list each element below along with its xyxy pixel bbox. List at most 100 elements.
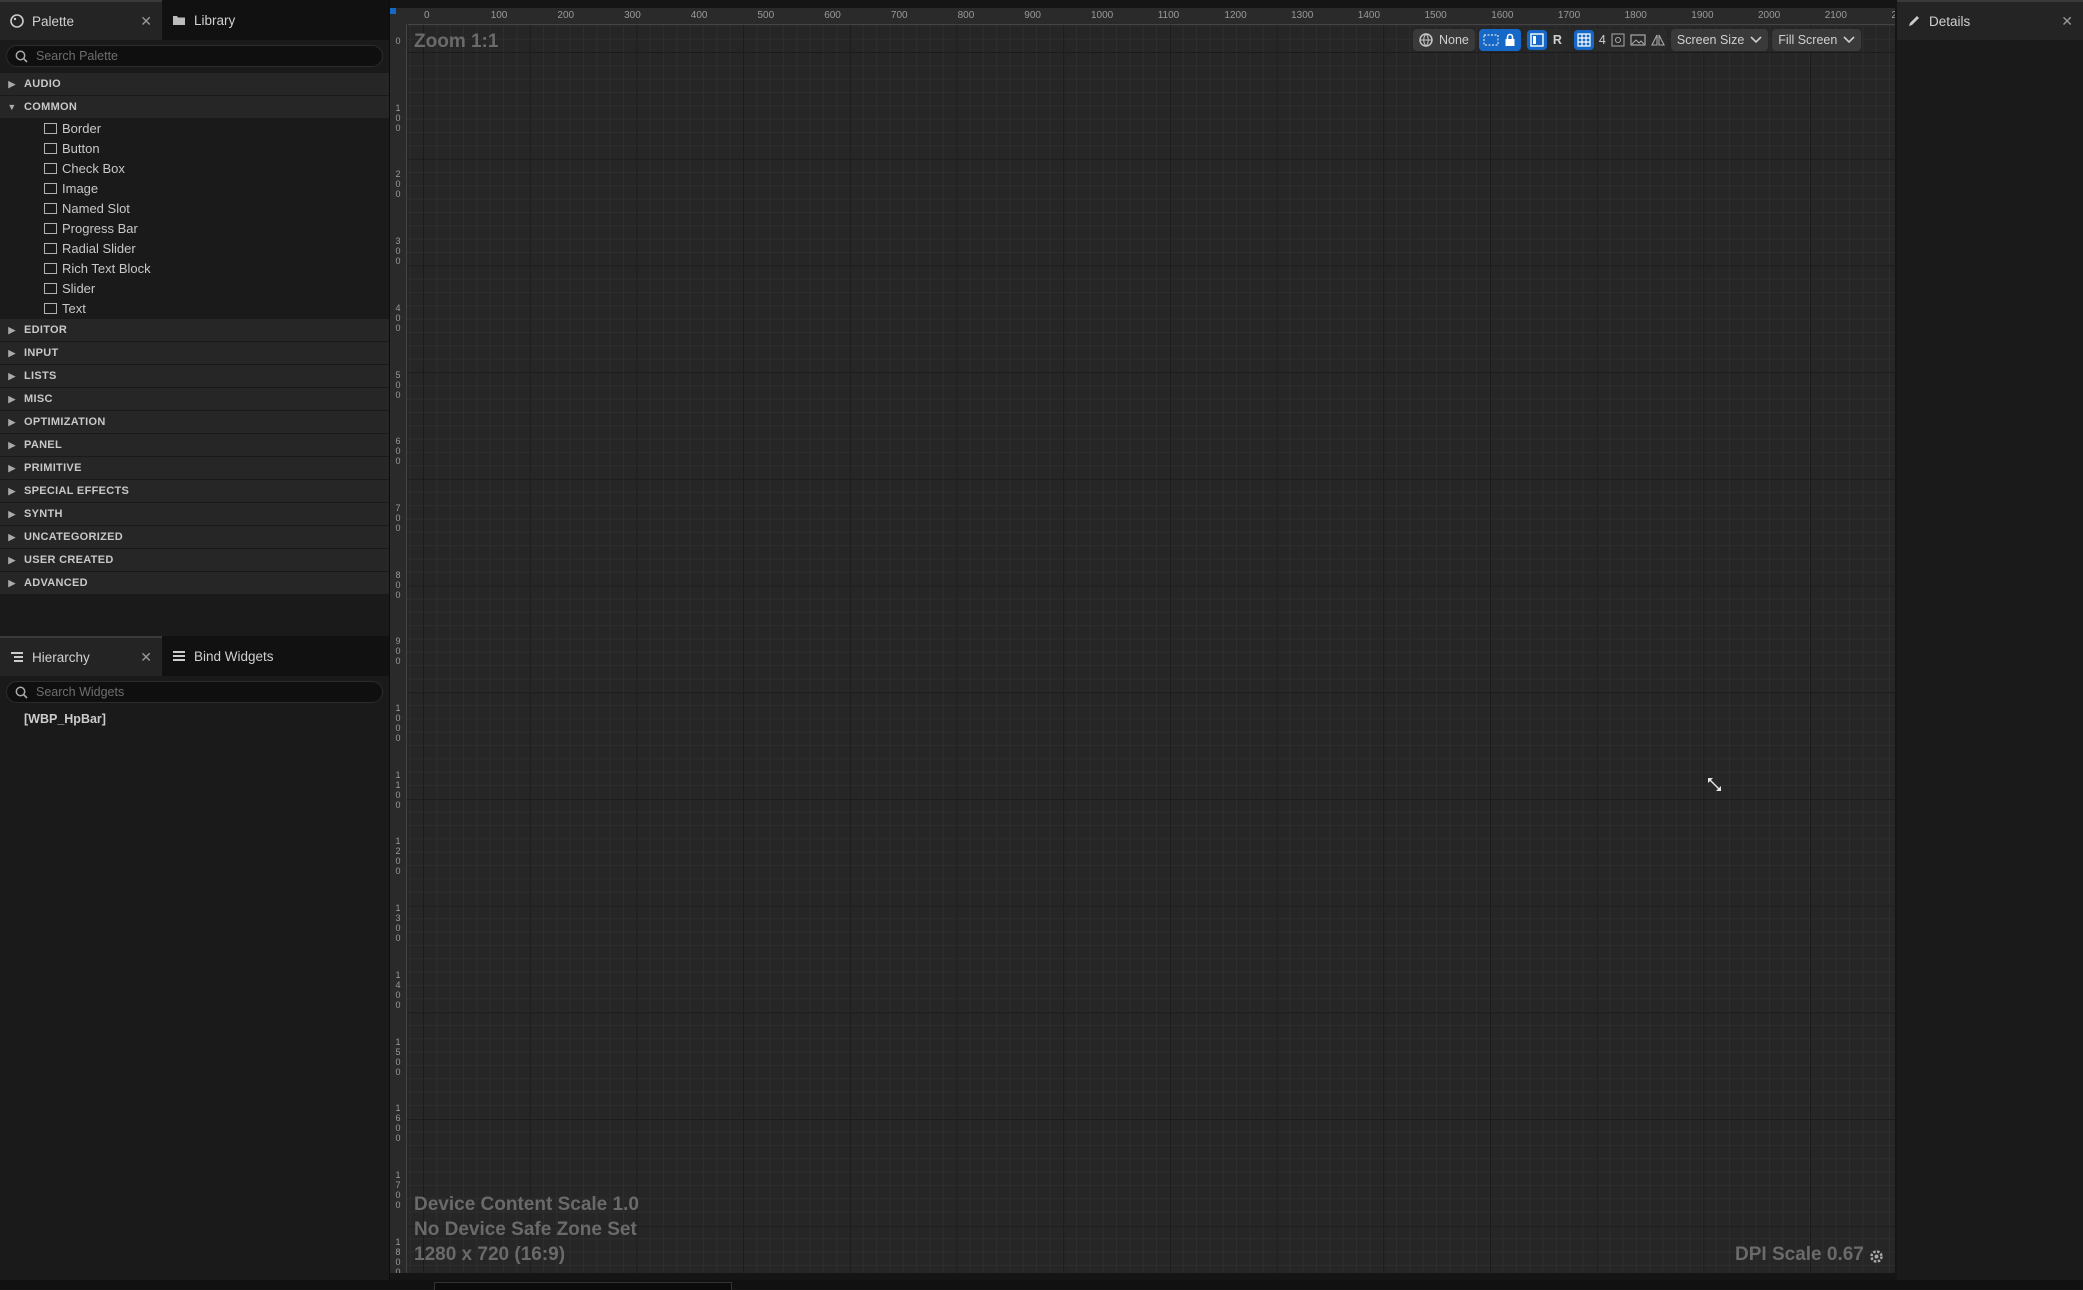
designer-toolbar: None R 4 Screen Size Fill Screen (1413, 28, 1862, 52)
resize-handle-icon[interactable] (1706, 776, 1724, 794)
palette-category[interactable]: ▶ SYNTH (0, 502, 389, 525)
ruler-tick-label: 1000 (1091, 10, 1114, 21)
ruler-tick-label: 100 (395, 102, 401, 133)
palette-category[interactable]: ▶ INPUT (0, 341, 389, 364)
hierarchy-root-item[interactable]: [WBP_HpBar] (0, 708, 389, 730)
search-widgets-input[interactable] (34, 684, 378, 700)
palette-category[interactable]: ▶ EDITOR (0, 318, 389, 341)
palette-item-label: Radial Slider (62, 240, 136, 256)
chevron-right-icon: ▶ (8, 462, 16, 473)
palette-item-label: Text (62, 300, 86, 316)
ruler-tick-label: 1700 (395, 1169, 401, 1210)
palette-item[interactable]: Check Box (0, 158, 389, 178)
folder-icon (173, 16, 185, 25)
palette-tabbar: Palette ✕ Library (0, 0, 389, 40)
ruler-tick-label: 1600 (1491, 10, 1514, 21)
image-icon (44, 182, 57, 194)
ruler-tick-label: 900 (395, 636, 401, 667)
zoom-label: Zoom 1:1 (414, 31, 499, 52)
palette-category[interactable]: ▶ USER CREATED (0, 548, 389, 571)
ruler-tick-label: 1400 (395, 969, 401, 1010)
text-icon (44, 302, 57, 314)
palette-category[interactable]: ▶ PRIMITIVE (0, 456, 389, 479)
layout-mode-button[interactable] (1526, 30, 1547, 50)
tab-details[interactable]: Details ✕ (1897, 0, 2083, 40)
ruler-tick-label: 1300 (1291, 10, 1314, 21)
safe-zone-label: No Device Safe Zone Set (414, 1219, 637, 1240)
localization-button[interactable]: None (1413, 29, 1475, 51)
ruler-tick-label: 500 (757, 10, 775, 21)
respect-lock-group (1478, 29, 1521, 51)
palette-category[interactable]: ▶ OPTIMIZATION (0, 410, 389, 433)
designer-canvas[interactable] (390, 8, 1895, 1273)
category-label: SYNTH (24, 508, 63, 520)
palette-item[interactable]: Named Slot (0, 198, 389, 218)
palette-item[interactable]: Image (0, 178, 389, 198)
slider-icon (44, 282, 57, 294)
gear-icon[interactable] (1868, 1248, 1885, 1265)
chevron-right-icon: ▶ (8, 485, 16, 496)
palette-category[interactable]: ▶ PANEL (0, 433, 389, 456)
tab-hierarchy[interactable]: Hierarchy ✕ (0, 636, 162, 676)
palette-category[interactable]: ▶ LISTS (0, 364, 389, 387)
grid-snap-value[interactable]: 4 (1599, 33, 1606, 47)
snap-icon[interactable] (1611, 33, 1625, 47)
ruler-tick-label: 1000 (395, 703, 401, 743)
ruler-tick-label: 1500 (1424, 10, 1447, 21)
category-label: UNCATEGORIZED (24, 531, 124, 543)
chevron-down-icon: ▼ (7, 102, 17, 112)
radial-slider-icon (44, 242, 57, 254)
search-palette-input[interactable] (34, 48, 378, 64)
grid-snap-button[interactable] (1573, 30, 1594, 50)
close-icon[interactable]: ✕ (140, 649, 152, 666)
chevron-right-icon: ▶ (8, 347, 16, 358)
ruler-tick-label: 0 (424, 10, 430, 21)
palette-item[interactable]: Slider (0, 278, 389, 298)
tab-palette[interactable]: Palette ✕ (0, 0, 162, 40)
progress-bar-icon (44, 222, 57, 234)
ruler-corner (390, 8, 408, 24)
chevron-right-icon: ▶ (8, 370, 16, 381)
palette-item[interactable]: Button (0, 138, 389, 158)
palette-item[interactable]: Text (0, 298, 389, 318)
hierarchy-panel: Hierarchy ✕ Bind Widgets [WBP_HpBar] (0, 636, 389, 730)
layout-group: R (1524, 29, 1568, 51)
chevron-right-icon: ▶ (8, 439, 16, 450)
chevron-right-icon: ▶ (8, 531, 16, 542)
close-icon[interactable]: ✕ (140, 13, 152, 30)
close-icon[interactable]: ✕ (2061, 13, 2073, 30)
palette-item[interactable]: Progress Bar (0, 218, 389, 238)
chevron-right-icon: ▶ (8, 577, 16, 588)
category-label: PANEL (24, 439, 62, 451)
fill-screen-dropdown[interactable]: Fill Screen (1772, 29, 1862, 51)
palette-list: ▶ AUDIO ▼ COMMON Border Button Check Box Imag… (0, 72, 389, 594)
tab-library[interactable]: Library (162, 0, 245, 40)
category-audio[interactable]: ▶ AUDIO (0, 72, 389, 95)
ruler-tick-label: 2100 (1824, 10, 1847, 21)
background-image-icon[interactable] (1630, 33, 1646, 47)
lock-icon[interactable] (1503, 33, 1517, 47)
tab-bind-widgets[interactable]: Bind Widgets (162, 636, 284, 676)
palette-category[interactable]: ▶ MISC (0, 387, 389, 410)
palette-item[interactable]: Border (0, 118, 389, 138)
category-label: USER CREATED (24, 554, 114, 566)
chevron-down-icon (1750, 36, 1762, 44)
palette-item[interactable]: Rich Text Block (0, 258, 389, 278)
ruler-tick-label: 700 (395, 502, 401, 533)
dotted-outline-icon[interactable] (1483, 33, 1499, 47)
left-panel: Palette ✕ Library ▶AUDIO ▼COMMON BorderB… (0, 0, 390, 1280)
category-label: AUDIO (24, 78, 61, 90)
palette-category[interactable]: ▶ ADVANCED (0, 571, 389, 594)
palette-category[interactable]: ▶ UNCATEGORIZED (0, 525, 389, 548)
r-toggle[interactable]: R (1553, 33, 1562, 47)
palette-item-label: Image (62, 180, 99, 196)
palette-category[interactable]: ▶ SPECIAL EFFECTS (0, 479, 389, 502)
search-icon (15, 686, 28, 699)
chevron-right-icon: ▶ (8, 416, 16, 427)
palette-item[interactable]: Radial Slider (0, 238, 389, 258)
screen-size-dropdown[interactable]: Screen Size (1670, 29, 1769, 51)
chevron-right-icon: ▶ (8, 324, 16, 335)
category-common[interactable]: ▼ COMMON (0, 95, 389, 118)
ruler-tick-label: 1400 (1357, 10, 1381, 21)
flip-icon[interactable] (1650, 33, 1665, 47)
